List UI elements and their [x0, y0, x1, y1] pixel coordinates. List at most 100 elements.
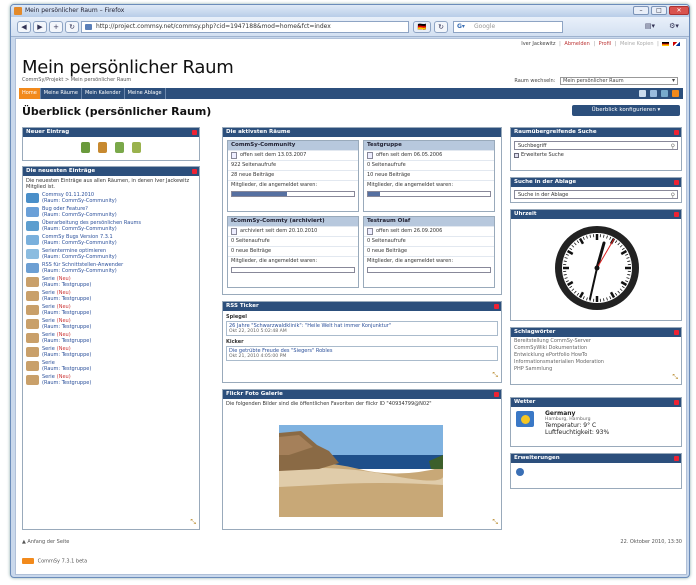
list-item[interactable]: Serie (Raum: Testgruppe)	[26, 360, 196, 373]
entry-room[interactable]: (Raum: Testgruppe)	[42, 282, 91, 289]
reload-button[interactable]: ↻	[65, 21, 79, 33]
refresh-icon[interactable]: ↻	[434, 21, 448, 33]
list-item[interactable]: Serientermine optimieren (Raum: CommSy-Co…	[26, 248, 196, 261]
entry-room[interactable]: (Raum: CommSy-Community)	[42, 254, 117, 261]
extended-search-checkbox[interactable]	[514, 152, 519, 158]
tab-home[interactable]: Home	[19, 88, 41, 99]
new-discussion-icon[interactable]	[115, 142, 124, 153]
list-item[interactable]: Commsy 01.11.2010 (Raum: CommSy-Community…	[26, 192, 196, 205]
room-status: offen seit dem 13.03.2007	[228, 150, 358, 160]
search-icon[interactable]: ⚲	[671, 192, 675, 200]
room-name[interactable]: Testraum Olaf	[364, 217, 494, 226]
list-item[interactable]: Serie (Neu) (Raum: Testgruppe)	[26, 374, 196, 387]
german-flag-icon[interactable]	[662, 41, 670, 46]
close-icon[interactable]	[674, 130, 679, 135]
minimize-button[interactable]: –	[633, 6, 649, 15]
help-icon[interactable]	[661, 90, 669, 97]
room-card[interactable]: ICommSy-Commty (archiviert) archiviert se…	[227, 216, 359, 288]
entry-room[interactable]: (Raum: CommSy-Community)	[42, 212, 117, 219]
configure-overview-button[interactable]: Überblick konfigurieren ▾	[572, 105, 680, 116]
extension-icon[interactable]	[516, 468, 524, 476]
address-bar[interactable]: http://project.commsy.net/commsy.php?cid…	[81, 21, 409, 33]
tag-line[interactable]: CommSyWiki Dokumentation	[514, 345, 678, 352]
room-name[interactable]: Testgruppe	[364, 141, 494, 150]
logout-link[interactable]: Abmelden	[564, 41, 589, 47]
tools-icon[interactable]	[639, 90, 647, 97]
cross-search-input[interactable]: Suchbegriff ⚲	[514, 141, 678, 150]
close-icon[interactable]	[674, 400, 679, 405]
room-name[interactable]: CommSy-Community	[228, 141, 358, 150]
entry-room[interactable]: (Raum: Testgruppe)	[42, 352, 91, 359]
close-icon[interactable]	[674, 180, 679, 185]
tab-rooms[interactable]: Meine Räume	[41, 88, 82, 99]
close-icon[interactable]	[192, 130, 197, 135]
resize-icon[interactable]: ⤡	[492, 518, 498, 527]
room-card[interactable]: Testraum Olaf offen seit dem 26.09.2006 0 …	[363, 216, 495, 288]
clipboard-search-input[interactable]: Suche in der Ablage ⚲	[514, 190, 678, 199]
tag-line[interactable]: Entwicklung ePortfolio HowTo	[514, 352, 678, 359]
resize-icon[interactable]: ⤡	[672, 373, 678, 382]
list-item[interactable]: Serie (Neu) (Raum: Testgruppe)	[26, 304, 196, 317]
top-of-page-link[interactable]: ▲ Anfang der Seite	[22, 539, 69, 545]
tag-line[interactable]: Bereitstellung CommSy-Server	[514, 338, 678, 345]
back-button[interactable]: ◀	[17, 21, 31, 33]
new-tab-button[interactable]: +	[49, 21, 63, 33]
entry-room[interactable]: (Raum: Testgruppe)	[42, 324, 91, 331]
close-icon[interactable]	[494, 304, 499, 309]
clipboard-link[interactable]: Meine Kopien	[620, 41, 654, 47]
new-material-icon[interactable]	[98, 142, 107, 153]
list-item[interactable]: Serie (Neu) (Raum: Testgruppe)	[26, 318, 196, 331]
entry-room[interactable]: (Raum: Testgruppe)	[42, 310, 91, 317]
close-icon[interactable]	[192, 169, 197, 174]
list-item[interactable]: Serie (Neu) (Raum: Testgruppe)	[26, 332, 196, 345]
discussion-icon	[26, 193, 39, 203]
english-flag-icon[interactable]	[673, 41, 680, 46]
room-switch-select[interactable]: Mein persönlicher Raum	[560, 77, 678, 85]
close-icon[interactable]	[674, 330, 679, 335]
list-item[interactable]: Serie (Neu) (Raum: Testgruppe)	[26, 276, 196, 289]
forward-button[interactable]: ▶	[33, 21, 47, 33]
resize-icon[interactable]: ⤡	[190, 518, 196, 527]
tag-line[interactable]: PHP Sammlung	[514, 366, 678, 373]
flickr-photo[interactable]	[279, 425, 443, 517]
resize-icon[interactable]: ⤡	[492, 371, 498, 380]
entry-room[interactable]: (Raum: Testgruppe)	[42, 296, 91, 303]
page-menu-button[interactable]: ▤▾	[639, 21, 661, 33]
close-window-button[interactable]: ✕	[669, 6, 689, 15]
list-item[interactable]: CommSy Bugs Version 7.3.1 (Raum: CommSy-C…	[26, 234, 196, 247]
room-card[interactable]: CommSy-Community offen seit dem 13.03.200…	[227, 140, 359, 212]
entry-room[interactable]: (Raum: CommSy-Community)	[42, 268, 125, 275]
room-name[interactable]: ICommSy-Commty (archiviert)	[228, 217, 358, 226]
tab-calendar[interactable]: Mein Kalender	[82, 88, 125, 99]
search-field[interactable]: G▾ Google	[453, 21, 563, 33]
list-item[interactable]: Serie (Neu) (Raum: Testgruppe)	[26, 346, 196, 359]
list-item[interactable]: RSS für Schnittstellen-Anwender (Raum: Co…	[26, 262, 196, 275]
profile-link[interactable]: Profil	[599, 41, 611, 47]
config-icon[interactable]	[650, 90, 658, 97]
maximize-button[interactable]: □	[651, 6, 667, 15]
close-icon[interactable]	[494, 392, 499, 397]
tab-clipboard[interactable]: Meine Ablage	[125, 88, 166, 99]
close-icon[interactable]	[674, 212, 679, 217]
rss-icon[interactable]	[672, 90, 679, 97]
close-icon[interactable]	[674, 456, 679, 461]
list-item[interactable]: Serie (Neu) (Raum: Testgruppe)	[26, 290, 196, 303]
new-todo-icon[interactable]	[132, 142, 141, 153]
entry-room[interactable]: (Raum: CommSy-Community)	[42, 240, 117, 247]
tools-menu-button[interactable]: ⚙▾	[663, 21, 685, 33]
weather-header: Wetter	[511, 398, 681, 407]
entry-room[interactable]: (Raum: CommSy-Community)	[42, 226, 143, 233]
room-card[interactable]: Testgruppe offen seit dem 06.05.2006 0 Sei…	[363, 140, 495, 212]
entry-room[interactable]: (Raum: Testgruppe)	[42, 366, 91, 373]
newest-entries-list: Die neuesten Einträge aus allen Räumen, …	[23, 176, 199, 388]
list-item[interactable]: Bug oder Feature? (Raum: CommSy-Community…	[26, 206, 196, 219]
room-status: offen seit dem 06.05.2006	[364, 150, 494, 160]
new-announcement-icon[interactable]	[81, 142, 90, 153]
search-icon[interactable]: ⚲	[671, 143, 675, 151]
tag-line[interactable]: Informationsmaterialien Moderation	[514, 359, 678, 366]
user-links: Iver Jackewitz | Abmelden | Profil | Mei…	[519, 41, 680, 47]
entry-room[interactable]: (Raum: Testgruppe)	[42, 380, 91, 387]
entry-room[interactable]: (Raum: Testgruppe)	[42, 338, 91, 345]
entry-room[interactable]: (Raum: CommSy-Community)	[42, 198, 117, 205]
list-item[interactable]: Überarbeitung des persönlichen Raums (Rau…	[26, 220, 196, 233]
